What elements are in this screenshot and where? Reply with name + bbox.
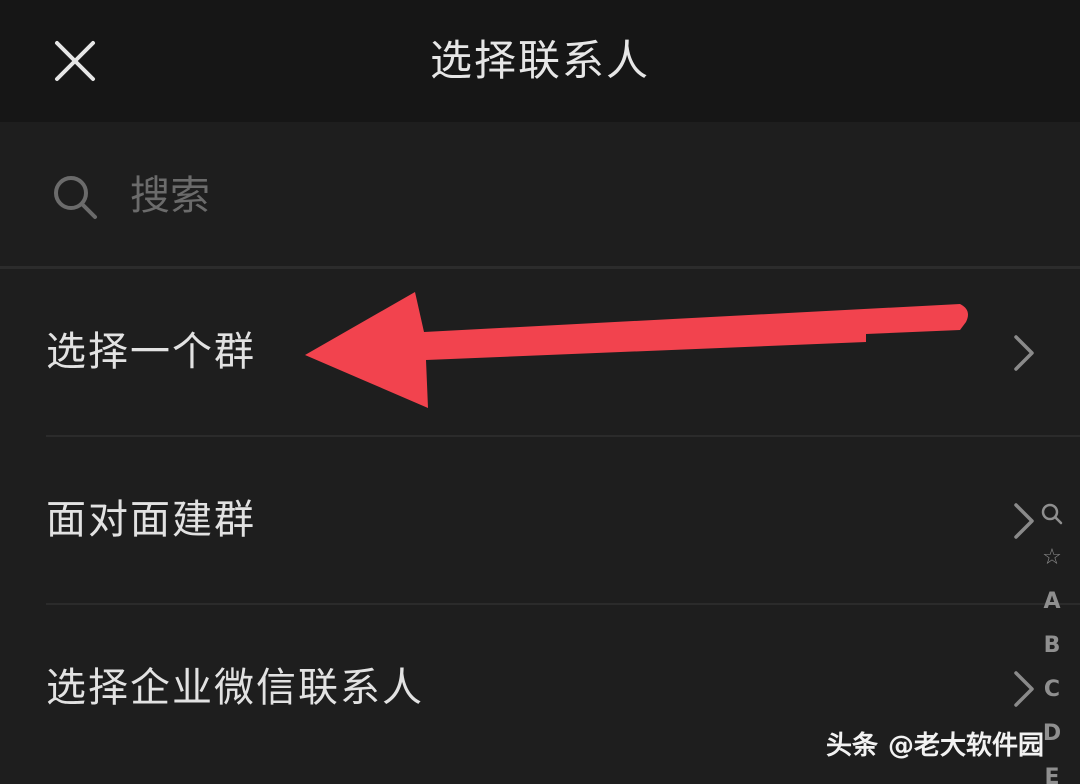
search-icon <box>54 176 97 219</box>
watermark-brand: 头条 <box>826 731 879 761</box>
index-search-icon[interactable] <box>1030 492 1074 536</box>
chevron-right-icon <box>1014 335 1034 371</box>
watermark: 头条 @老大软件园 <box>826 726 1044 766</box>
select-contact-screen: 选择联系人 选择一个群 面对面建群 选择企业微信联系人 <box>0 0 1080 784</box>
select-group-label: 选择一个群 <box>46 329 256 375</box>
face-to-face-group-item[interactable]: 面对面建群 <box>0 437 1080 603</box>
face-to-face-group-label: 面对面建群 <box>46 497 256 543</box>
top-bar: 选择联系人 <box>0 0 1080 122</box>
enterprise-wechat-contact-label: 选择企业微信联系人 <box>46 665 424 711</box>
index-letter-a[interactable]: A <box>1030 580 1074 624</box>
index-star[interactable]: ☆ <box>1030 536 1074 580</box>
watermark-account: @老大软件园 <box>888 731 1045 761</box>
index-letter-b[interactable]: B <box>1030 624 1074 668</box>
search-bar <box>0 122 1080 269</box>
index-letter-c[interactable]: C <box>1030 668 1074 712</box>
select-group-item[interactable]: 选择一个群 <box>0 269 1080 435</box>
search-input[interactable] <box>130 166 930 226</box>
page-title: 选择联系人 <box>429 36 650 85</box>
